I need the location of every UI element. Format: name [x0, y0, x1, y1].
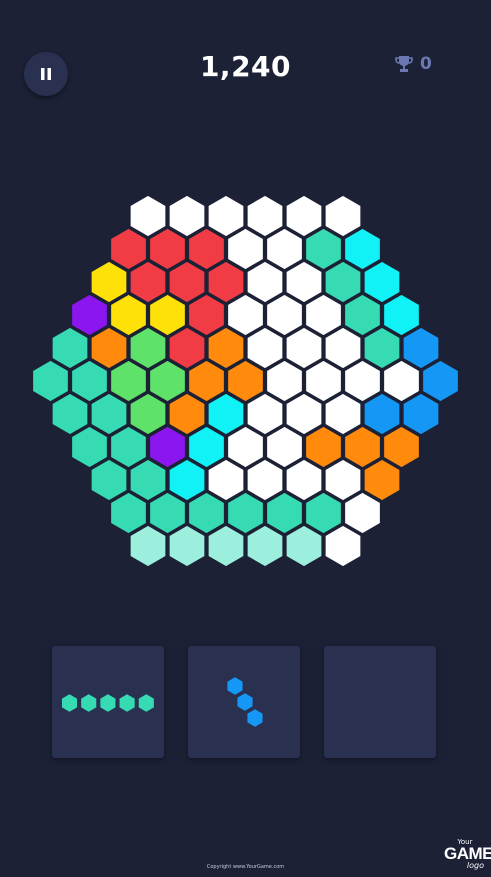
- piece-hex-teal: [79, 692, 98, 714]
- hex-cell-mint[interactable]: [128, 523, 168, 569]
- piece-hex-blue: [235, 691, 255, 713]
- piece-slot-1[interactable]: [52, 646, 164, 758]
- hex-cell-mint[interactable]: [284, 523, 324, 569]
- piece-slot-3-empty[interactable]: [324, 646, 436, 758]
- best-score-value: 0: [420, 54, 432, 74]
- copyright-text: Copyright www.YourGame.com: [206, 864, 285, 870]
- trophy-icon: [395, 56, 413, 72]
- piece-hex-teal: [137, 692, 156, 714]
- logo-game: GAME: [444, 844, 491, 863]
- hex-cell-white[interactable]: [323, 523, 363, 569]
- piece-hex-teal: [60, 692, 79, 714]
- hex-board: [31, 193, 460, 569]
- piece-diagonal-3[interactable]: [188, 646, 300, 758]
- best-score: 0: [394, 54, 432, 74]
- logo-logo: logo: [466, 861, 484, 870]
- piece-straight-5[interactable]: [52, 646, 164, 758]
- piece-hex-teal: [98, 692, 117, 714]
- hex-cell-mint[interactable]: [167, 523, 207, 569]
- piece-slot-2[interactable]: [188, 646, 300, 758]
- game-logo: Your GAME logo: [444, 838, 491, 872]
- piece-hex-blue: [245, 707, 265, 729]
- piece-hex-blue: [225, 675, 245, 697]
- hex-cell-mint[interactable]: [206, 523, 246, 569]
- hex-cell-mint[interactable]: [245, 523, 285, 569]
- piece-hex-teal: [118, 692, 137, 714]
